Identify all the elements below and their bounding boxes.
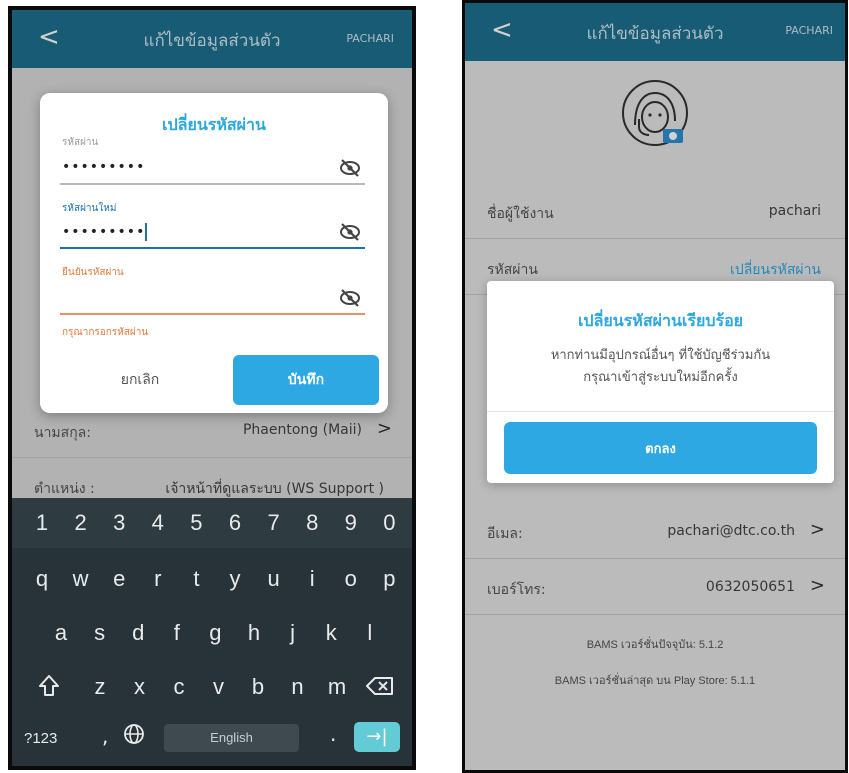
current-password-label: รหัสผ่าน [62, 137, 99, 148]
error-message: กรุณากรอกรหัสผ่าน [62, 327, 149, 338]
text-caret [145, 223, 148, 241]
key-g[interactable]: g [199, 620, 231, 646]
key-b[interactable]: b [242, 674, 274, 700]
key-q[interactable]: q [26, 566, 58, 592]
key-3[interactable]: 3 [103, 510, 135, 536]
current-password-value: ••••••••• [62, 159, 146, 175]
letter-row-2: asdfghjkl [12, 608, 412, 658]
confirm-password-input[interactable] [60, 281, 365, 315]
soft-keyboard: 1234567890 qwertyuiop asdfghjkl zxcvbnm … [12, 498, 412, 766]
key-u[interactable]: u [258, 566, 290, 592]
key-a[interactable]: a [45, 620, 77, 646]
number-row: 1234567890 [12, 498, 412, 548]
globe-icon[interactable] [122, 722, 146, 746]
key-y[interactable]: y [219, 566, 251, 592]
key-2[interactable]: 2 [65, 510, 97, 536]
period-key[interactable]: . [330, 722, 336, 746]
comma-key[interactable]: , [102, 724, 108, 748]
new-password-value: ••••••••• [62, 224, 146, 240]
key-9[interactable]: 9 [335, 510, 367, 536]
change-password-dialog: เปลี่ยนรหัสผ่าน รหัสผ่าน ••••••••• รหัสผ… [40, 93, 388, 413]
key-k[interactable]: k [315, 620, 347, 646]
dialog-message-line-2: กรุณาเข้าสู่ระบบใหม่อีกครั้ง [583, 370, 738, 385]
letter-row-1: qwertyuiop [12, 554, 412, 604]
shift-icon[interactable] [38, 674, 60, 698]
symbols-key[interactable]: ?123 [24, 730, 57, 747]
key-x[interactable]: x [124, 674, 156, 700]
key-e[interactable]: e [103, 566, 135, 592]
key-0[interactable]: 0 [373, 510, 405, 536]
left-phone-screen: < แก้ไขข้อมูลส่วนตัว PACHARI นามสกุล: Ph… [8, 6, 416, 770]
key-v[interactable]: v [203, 674, 235, 700]
key-m[interactable]: m [321, 674, 353, 700]
new-password-label: รหัสผ่านใหม่ [62, 203, 117, 214]
key-6[interactable]: 6 [219, 510, 251, 536]
eye-off-icon[interactable] [339, 288, 361, 308]
key-l[interactable]: l [354, 620, 386, 646]
key-s[interactable]: s [84, 620, 116, 646]
key-o[interactable]: o [335, 566, 367, 592]
letter-row-3: zxcvbnm [12, 662, 412, 712]
key-5[interactable]: 5 [180, 510, 212, 536]
dialog-title: เปลี่ยนรหัสผ่านเรียบร้อย [577, 311, 744, 330]
key-p[interactable]: p [373, 566, 405, 592]
password-changed-dialog: เปลี่ยนรหัสผ่านเรียบร้อย หากท่านมีอุปกรณ… [487, 281, 834, 483]
space-key[interactable]: English [164, 724, 299, 752]
backspace-icon[interactable] [366, 676, 394, 696]
ok-button[interactable]: ตกลง [504, 422, 817, 474]
confirm-password-label: ยืนยันรหัสผ่าน [62, 267, 124, 278]
key-d[interactable]: d [122, 620, 154, 646]
key-i[interactable]: i [296, 566, 328, 592]
eye-off-icon[interactable] [339, 222, 361, 242]
dialog-message-line-1: หากท่านมีอุปกรณ์อื่นๆ ที่ใช้บัญชีร่วมกัน [550, 348, 771, 363]
key-7[interactable]: 7 [258, 510, 290, 536]
key-4[interactable]: 4 [142, 510, 174, 536]
eye-off-icon[interactable] [339, 158, 361, 178]
key-1[interactable]: 1 [26, 510, 58, 536]
key-c[interactable]: c [163, 674, 195, 700]
key-r[interactable]: r [142, 566, 174, 592]
key-z[interactable]: z [84, 674, 116, 700]
key-f[interactable]: f [161, 620, 193, 646]
key-8[interactable]: 8 [296, 510, 328, 536]
enter-key[interactable]: →| [354, 722, 400, 752]
key-j[interactable]: j [277, 620, 309, 646]
right-phone-screen: < แก้ไขข้อมูลส่วนตัว PACHARI ชื่อผู้ใช้ง… [462, 0, 848, 773]
cancel-button[interactable]: ยกเลิก [60, 355, 220, 405]
current-password-input[interactable]: ••••••••• [60, 151, 365, 185]
dialog-message: หากท่านมีอุปกรณ์อื่นๆ ที่ใช้บัญชีร่วมกัน… [487, 345, 834, 389]
new-password-input[interactable]: ••••••••• [60, 215, 365, 249]
key-w[interactable]: w [65, 566, 97, 592]
key-n[interactable]: n [282, 674, 314, 700]
divider [487, 411, 834, 412]
key-h[interactable]: h [238, 620, 270, 646]
key-t[interactable]: t [180, 566, 212, 592]
save-button[interactable]: บันทึก [233, 355, 379, 405]
